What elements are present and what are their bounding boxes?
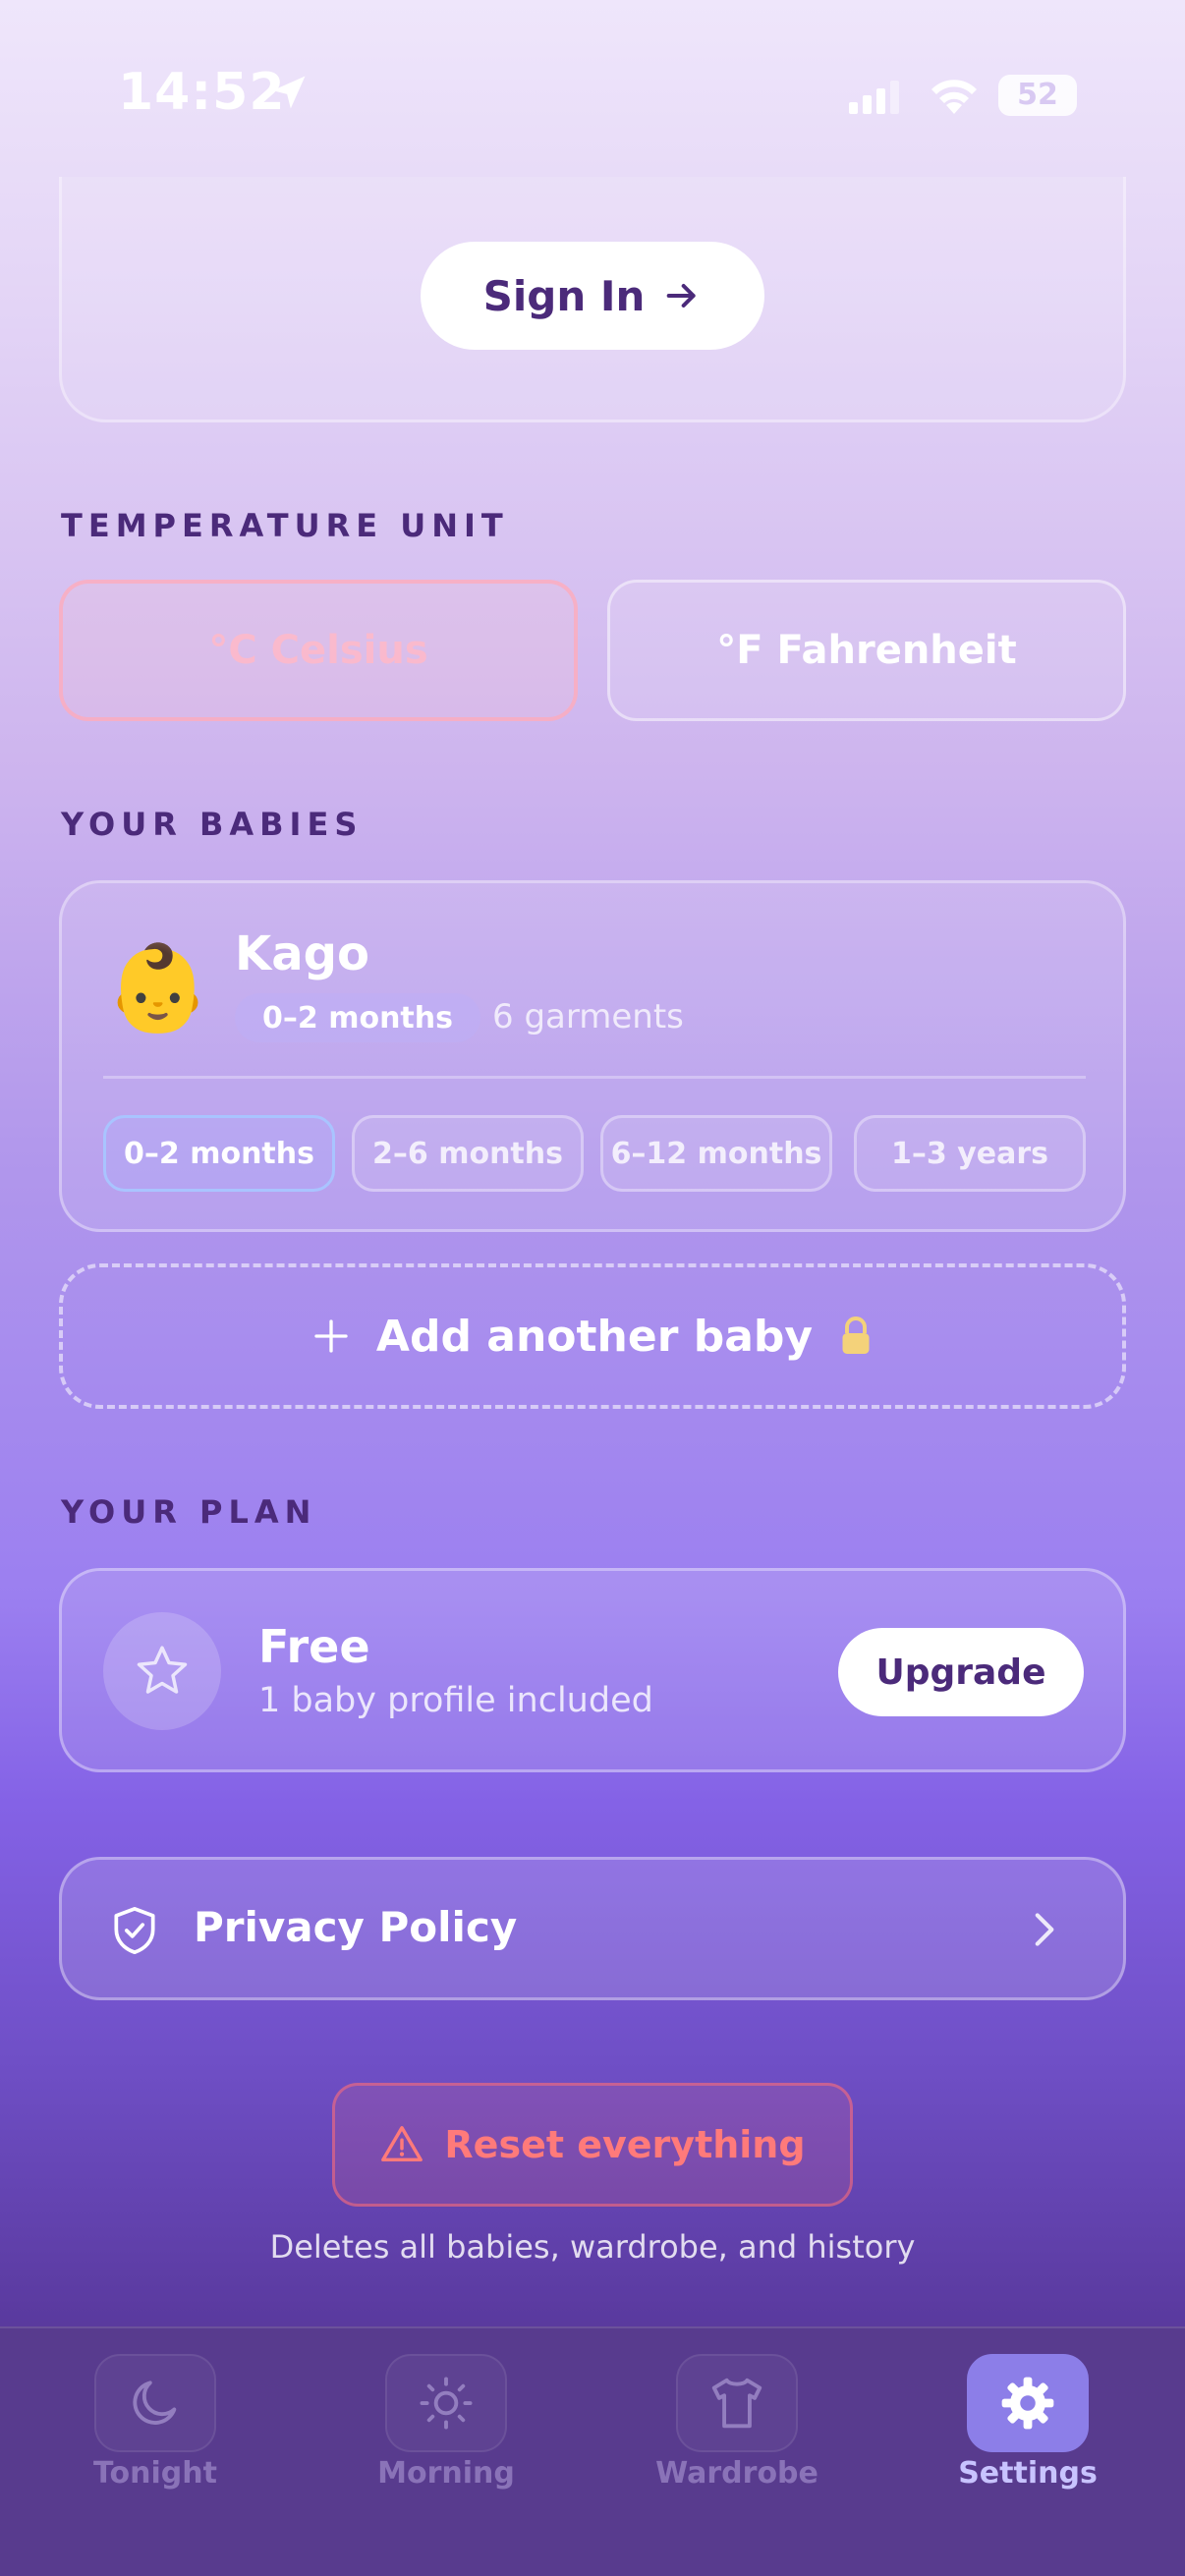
star-icon	[137, 1646, 188, 1694]
tab-settings[interactable]: Settings	[930, 2354, 1126, 2491]
status-bar: 14:52 52	[0, 0, 1185, 187]
add-baby-label: Add another baby	[375, 1311, 814, 1362]
tab-settings-icon-box	[967, 2354, 1089, 2452]
celsius-option[interactable]: °C Celsius	[59, 580, 578, 721]
babies-section-label: YOUR BABIES	[61, 806, 364, 843]
baby-name: Kago	[235, 926, 369, 981]
reset-caption: Deletes all babies, wardrobe, and histor…	[269, 2228, 916, 2266]
tab-wardrobe[interactable]: Wardrobe	[639, 2354, 835, 2491]
fahrenheit-option[interactable]: °F Fahrenheit	[607, 580, 1126, 721]
upgrade-button[interactable]: Upgrade	[838, 1628, 1084, 1716]
tab-tonight-icon-box	[94, 2354, 216, 2452]
arrow-right-icon	[667, 284, 697, 308]
chevron-right-icon	[1035, 1913, 1054, 1946]
tab-wardrobe-label: Wardrobe	[655, 2456, 818, 2491]
moon-icon	[133, 2380, 177, 2425]
wifi-icon	[931, 80, 977, 114]
baby-age-badge: 0–2 months	[235, 993, 480, 1042]
plan-badge	[103, 1612, 221, 1730]
privacy-policy-row[interactable]: Privacy Policy	[59, 1857, 1126, 2000]
shield-check-icon	[114, 1906, 155, 1955]
age-option-6-12-months[interactable]: 6–12 months	[600, 1115, 832, 1192]
tab-tonight[interactable]: Tonight	[57, 2354, 254, 2491]
baby-garment-count: 6 garments	[492, 997, 684, 1036]
sun-icon	[420, 2377, 473, 2430]
plan-card: Free 1 baby profile included Upgrade	[59, 1568, 1126, 1772]
sign-in-label: Sign In	[482, 271, 646, 320]
add-baby-button[interactable]: Add another baby	[59, 1263, 1126, 1409]
tab-settings-label: Settings	[958, 2456, 1098, 2491]
age-option-0-2-months[interactable]: 0–2 months	[103, 1115, 335, 1192]
temperature-section-label: TEMPERATURE UNIT	[61, 507, 509, 544]
tab-wardrobe-icon-box	[676, 2354, 798, 2452]
tab-morning[interactable]: Morning	[348, 2354, 544, 2491]
location-arrow-icon	[272, 76, 306, 109]
status-time: 14:52	[118, 63, 286, 122]
tab-bar: Tonight Morning Wardrobe Settings	[0, 2326, 1185, 2576]
cellular-signal-icon	[849, 81, 899, 114]
baby-card[interactable]: 👶 Kago 0–2 months 6 garments 0–2 months …	[59, 880, 1126, 1232]
reset-label: Reset everything	[444, 2123, 806, 2166]
age-option-2-6-months[interactable]: 2–6 months	[352, 1115, 584, 1192]
plan-description: 1 baby profile included	[258, 1681, 653, 1720]
reset-everything-button[interactable]: Reset everything	[332, 2083, 853, 2207]
shirt-icon	[711, 2378, 762, 2429]
plan-section-label: YOUR PLAN	[61, 1493, 317, 1531]
sign-in-button[interactable]: Sign In	[421, 242, 764, 350]
baby-avatar: 👶	[105, 939, 211, 1037]
plus-icon	[314, 1319, 348, 1353]
tab-morning-label: Morning	[377, 2456, 515, 2491]
tab-tonight-label: Tonight	[93, 2456, 217, 2491]
gear-icon	[1001, 2377, 1054, 2430]
privacy-policy-label: Privacy Policy	[194, 1903, 518, 1951]
tab-morning-icon-box	[385, 2354, 507, 2452]
battery-indicator: 52	[998, 75, 1077, 116]
lock-icon	[842, 1316, 870, 1354]
age-option-1-3-years[interactable]: 1–3 years	[854, 1115, 1086, 1192]
plan-name: Free	[258, 1620, 370, 1673]
divider	[103, 1076, 1086, 1079]
warning-icon	[381, 2126, 423, 2162]
